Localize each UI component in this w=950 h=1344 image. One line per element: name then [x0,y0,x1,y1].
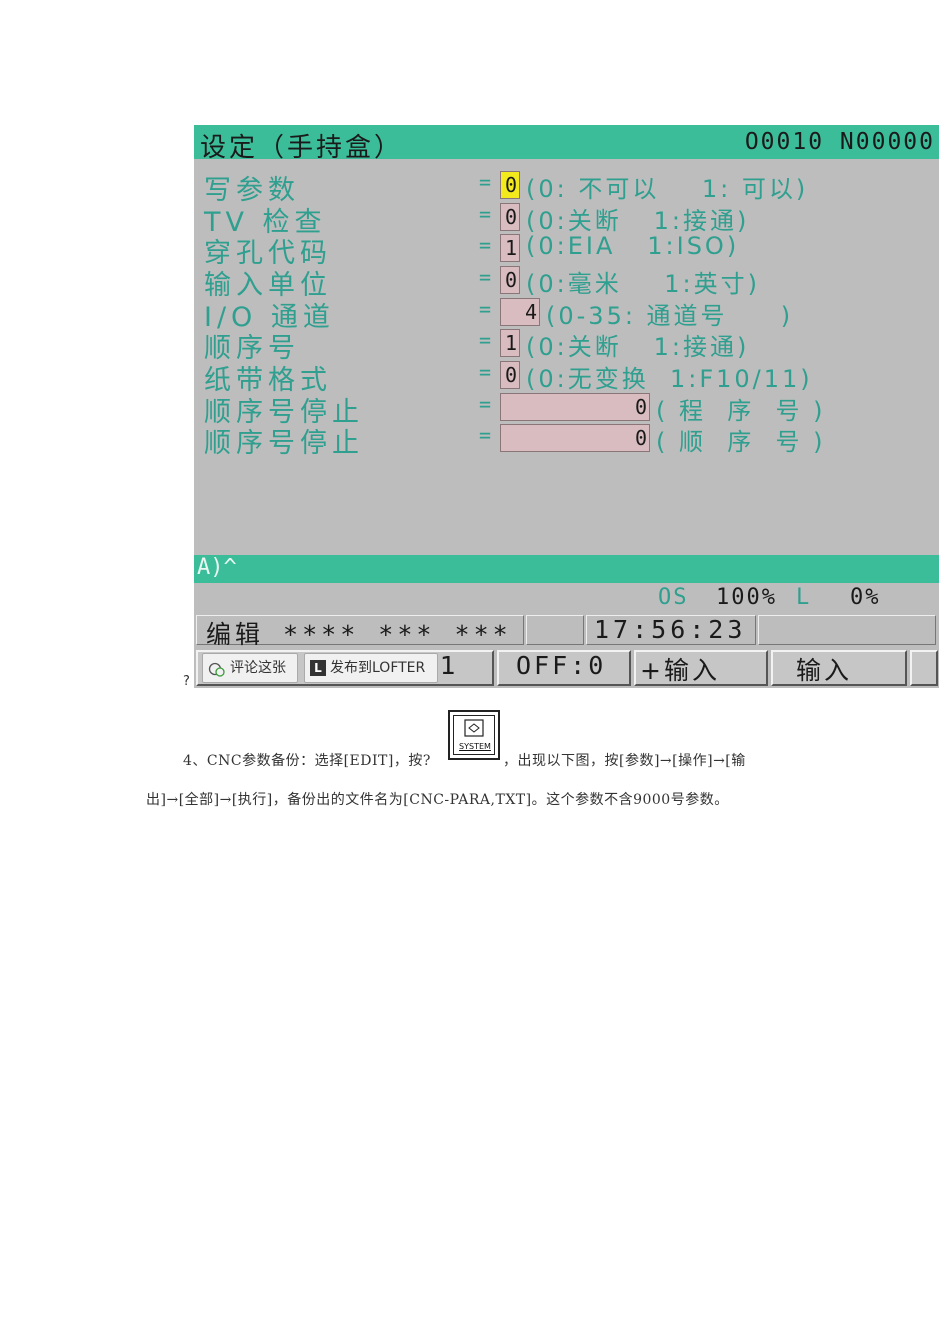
setting-value[interactable]: 1 [500,234,520,262]
screen-title: 设定（手持盒） [200,133,404,163]
softkey-input-label: 输入 [796,656,853,685]
mode-text: 编辑 **** *** *** [206,620,512,649]
system-key-symbol-icon [464,719,484,737]
softkey-next[interactable] [910,650,938,686]
equals-sign: = [479,297,492,321]
setting-row-sequence-number: 顺序号 = 1 (0:关断 1:接通) [194,328,939,364]
system-key-icon: SYSTEM [448,710,500,760]
paragraph-line-1-end: ，出现以下图，按[参数]→[操作]→[输 [503,753,746,769]
comment-icon [208,660,226,677]
paragraph-line-1-start: 4、CNC参数备份：选择[EDIT]，按? [183,753,431,769]
setting-desc: (0:无变换 1:F10/11) [526,365,813,393]
softkey-1-label: 1 [440,651,459,680]
setting-desc: (0:关断 1:接通) [526,333,750,361]
equals-sign: = [479,202,492,226]
equals-sign: = [479,265,492,289]
setting-value[interactable]: 1 [500,329,520,357]
equals-sign: = [479,328,492,352]
setting-desc: (0:EIA 1:ISO) [526,232,740,260]
cnc-screen: 设定（手持盒） O0010 N00000 写参数 = 0 (0: 不可以 1: … [194,125,939,688]
equals-sign: = [479,233,492,257]
comment-overlay-button[interactable]: 评论这张 [202,653,298,683]
setting-row-seq-stop-sequence: 顺序号停止 = 0 ( 顺 序 号 ) [194,423,939,459]
equals-sign: = [479,360,492,384]
softkey-off-label: OFF:0 [516,651,607,680]
command-line[interactable]: A)^ [194,555,939,583]
softkey-plus-input-label: +输入 [640,656,720,685]
setting-value[interactable]: 4 [500,298,540,326]
setting-row-input-unit: 输入单位 = 0 (0:毫米 1:英寸) [194,265,939,301]
command-prompt: A)^ [197,555,237,580]
override-value: 100% [716,585,777,610]
setting-value[interactable]: 0 [500,393,650,421]
publish-label: 发布到LOFTER [330,660,426,676]
l-value: 0% [850,585,881,610]
lofter-icon: L [310,660,326,676]
blank-cell-right [758,615,936,645]
setting-value[interactable]: 0 [500,266,520,294]
paragraph-line-2: 出]→[全部]→[执行]，备份出的文件名为[CNC-PARA,TXT]。这个参数… [146,792,729,808]
setting-desc: (0:关断 1:接通) [526,207,750,235]
setting-value-selected[interactable]: 0 [500,171,520,199]
setting-value[interactable]: 0 [500,424,650,452]
setting-desc: ( 顺 序 号 ) [656,428,826,456]
l-label: L [796,585,812,610]
setting-desc: ( 程 序 号 ) [656,397,826,425]
setting-row-punch-code: 穿孔代码 = 1 (0:EIA 1:ISO) [194,232,939,269]
equals-sign: = [479,170,492,194]
title-bar: 设定（手持盒） O0010 N00000 [194,125,939,163]
publish-lofter-button[interactable]: L 发布到LOFTER [304,653,438,683]
setting-value[interactable]: 0 [500,361,520,389]
setting-label: 顺序号停止 [204,428,364,459]
setting-row-write-param: 写参数 = 0 (0: 不可以 1: 可以) [194,170,939,206]
system-key-label: SYSTEM [459,742,491,751]
setting-desc: (0-35: 通道号 ) [546,302,794,330]
blank-cell [526,615,584,645]
setting-row-io-channel: I/O 通道 = 4 (0-35: 通道号 ) [194,297,939,333]
clock-time: 17:56:23 [594,615,747,644]
setting-row-tv-check: TV 检查 = 0 (0:关断 1:接通) [194,202,939,238]
setting-row-tape-format: 纸带格式 = 0 (0:无变换 1:F10/11) [194,360,939,396]
equals-sign: = [479,392,492,416]
program-number: O0010 N00000 [744,129,935,155]
comment-label: 评论这张 [230,660,286,676]
setting-row-seq-stop-program: 顺序号停止 = 0 ( 程 序 号 ) [194,392,939,428]
status-line: OS 100% L 0% [194,585,939,613]
equals-sign: = [479,423,492,447]
setting-desc: (0: 不可以 1: 可以) [526,175,809,203]
broken-image-mark: ? [183,674,190,689]
setting-value[interactable]: 0 [500,203,520,231]
setting-desc: (0:毫米 1:英寸) [526,270,760,298]
os-label: OS [658,585,689,610]
